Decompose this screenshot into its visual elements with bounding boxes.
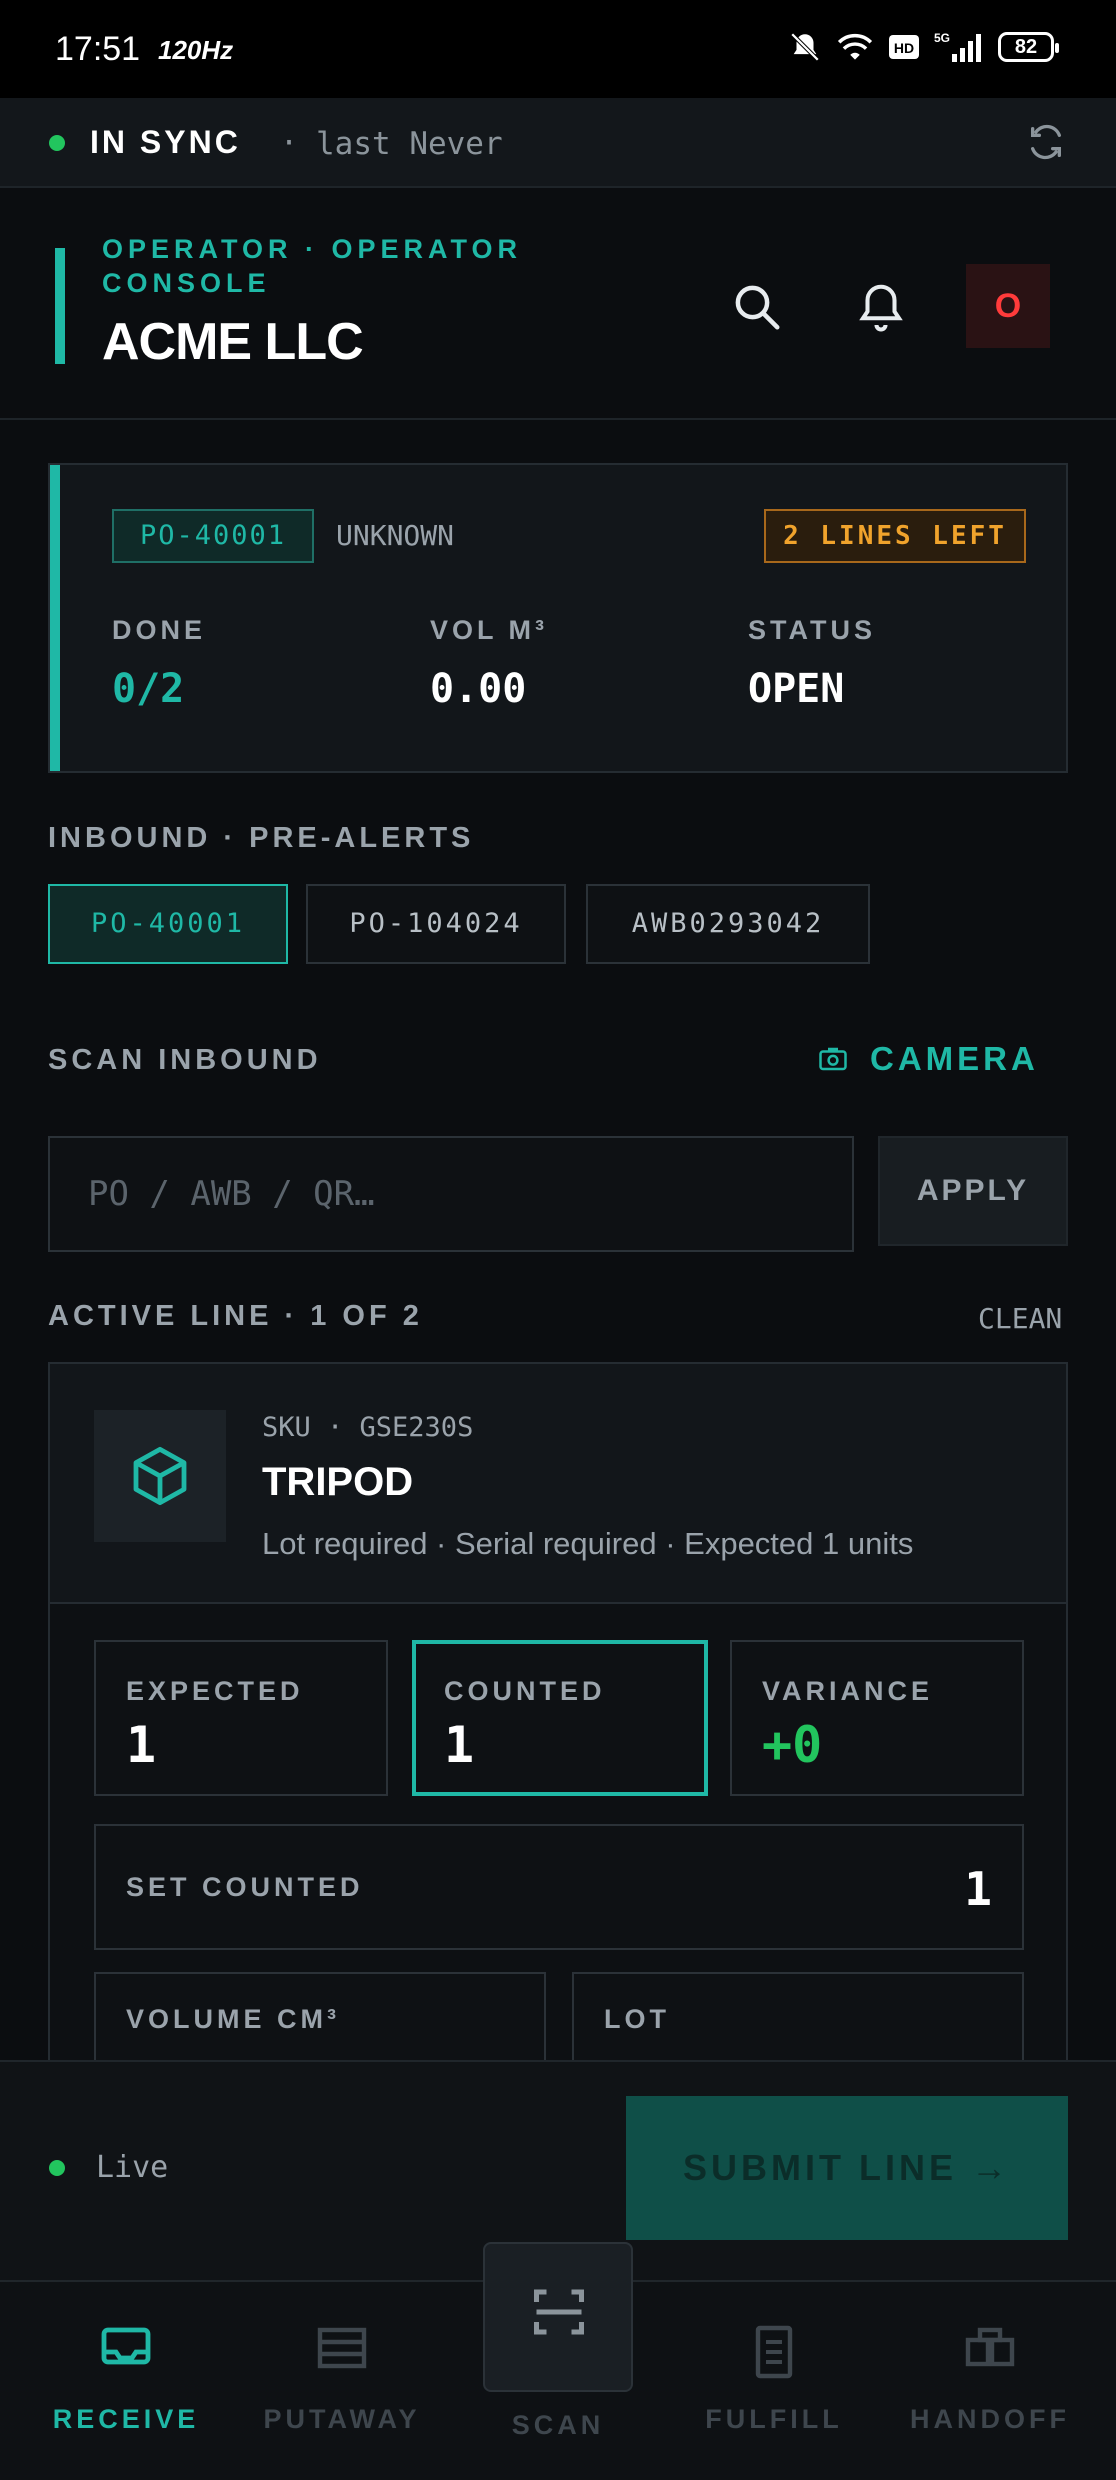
header-accent-bar — [55, 248, 65, 364]
scan-section-label: SCAN INBOUND — [48, 1044, 322, 1076]
bottom-navigation: RECEIVE PUTAWAY SCAN FULFILL HANDOFF — [0, 2242, 1116, 2480]
sync-status-dot — [49, 135, 65, 151]
avatar[interactable]: O — [966, 264, 1050, 348]
role-eyebrow: OPERATOR · OPERATOR — [102, 234, 523, 264]
nav-label: PUTAWAY — [263, 2404, 421, 2434]
clean-status: CLEAN — [978, 1302, 1063, 1335]
notifications-muted-icon — [790, 32, 820, 62]
lot-label: LOT — [604, 2004, 670, 2034]
battery-indicator: 82 — [998, 32, 1059, 62]
card-accent-bar — [50, 465, 60, 771]
hd-icon: HD — [889, 35, 919, 59]
sync-state: IN SYNC — [90, 124, 241, 160]
submit-line-button[interactable]: SUBMIT LINE → — [626, 2096, 1068, 2240]
item-requirements: Lot required · Serial required · Expecte… — [262, 1526, 914, 1561]
clock: 17:51 — [55, 30, 141, 68]
role-eyebrow-line2: CONSOLE — [102, 268, 271, 298]
nav-fulfill[interactable]: FULFILL — [674, 2282, 874, 2480]
cell-signal-icon: 5G — [934, 31, 981, 62]
active-line-label: ACTIVE LINE · 1 OF 2 — [48, 1300, 423, 1332]
pre-alert-tab-po-104024[interactable]: PO-104024 — [306, 884, 566, 964]
volume-label: VOLUME CM³ — [126, 2004, 340, 2034]
stat-value: 0.00 — [430, 666, 527, 712]
stat-value: OPEN — [748, 666, 845, 712]
volume-field[interactable]: VOLUME CM³ — [94, 1972, 546, 2060]
item-thumbnail — [94, 1410, 226, 1542]
search-icon[interactable] — [730, 280, 784, 334]
svg-text:HD: HD — [894, 40, 914, 56]
refresh-rate: 120Hz — [158, 35, 234, 65]
apply-button[interactable]: APPLY — [878, 1136, 1068, 1246]
wifi-icon — [837, 33, 873, 60]
sync-last-label: last Never — [316, 126, 503, 162]
stat-label: STATUS — [748, 615, 876, 645]
stat-volume: VOL M³ 0.00 — [430, 615, 548, 712]
metric-label: EXPECTED — [126, 1676, 304, 1706]
lot-field[interactable]: LOT — [572, 1972, 1024, 2060]
metric-label: COUNTED — [444, 1676, 606, 1706]
inbound-section-label: INBOUND · PRE-ALERTS — [48, 822, 475, 854]
metric-value: 1 — [444, 1716, 475, 1774]
nav-label: FULFILL — [705, 2404, 843, 2434]
stat-label: VOL M³ — [430, 615, 548, 645]
stat-value: 0/2 — [112, 666, 185, 712]
supplier-label: UNKNOWN — [336, 519, 455, 552]
tray-icon — [101, 2327, 151, 2365]
camera-label: CAMERA — [870, 1040, 1039, 1077]
scan-frame-icon — [534, 2289, 584, 2335]
po-number-chip: PO-40001 — [112, 509, 314, 563]
metric-value: 1 — [126, 1716, 157, 1774]
metric-expected: EXPECTED 1 — [94, 1640, 388, 1796]
item-name: TRIPOD — [262, 1460, 414, 1504]
set-counted-row[interactable]: SET COUNTED 1 — [94, 1824, 1024, 1950]
bell-icon[interactable] — [854, 280, 908, 334]
org-name: ACME LLC — [102, 313, 364, 371]
system-status-bar: 17:51 120Hz HD 5G 82 — [0, 0, 1116, 98]
live-label: Live — [96, 2150, 169, 2185]
nav-scan[interactable]: SCAN — [458, 2242, 658, 2480]
pre-alert-tab-awb0293042[interactable]: AWB0293042 — [586, 884, 870, 964]
boxes-icon — [965, 2327, 1015, 2367]
nav-label: RECEIVE — [52, 2404, 200, 2434]
scan-fab[interactable] — [483, 2242, 633, 2392]
metric-variance: VARIANCE +0 — [730, 1640, 1024, 1796]
lines-left-badge: 2 LINES LEFT — [764, 509, 1026, 563]
nav-putaway[interactable]: PUTAWAY — [242, 2282, 442, 2480]
set-counted-label: SET COUNTED — [126, 1872, 364, 1902]
nav-label: HANDOFF — [910, 2404, 1070, 2434]
shelves-icon — [317, 2327, 367, 2369]
sync-bar: IN SYNC · last Never — [0, 98, 1116, 188]
po-summary-card: PO-40001 UNKNOWN 2 LINES LEFT DONE 0/2 V… — [48, 463, 1068, 773]
set-counted-value[interactable]: 1 — [964, 1862, 992, 1916]
item-header: SKU · GSE230S TRIPOD Lot required · Seri… — [50, 1364, 1066, 1604]
sku-line: SKU · GSE230S — [262, 1412, 474, 1443]
nav-receive[interactable]: RECEIVE — [26, 2282, 226, 2480]
document-icon — [755, 2325, 793, 2379]
nav-label: SCAN — [511, 2410, 605, 2440]
camera-button[interactable]: CAMERA — [818, 1040, 1039, 1078]
scan-input[interactable]: PO / AWB / QR… — [48, 1136, 854, 1252]
sync-separator: · — [280, 126, 299, 161]
active-line-card: SKU · GSE230S TRIPOD Lot required · Seri… — [48, 1362, 1068, 2062]
camera-icon — [819, 1047, 847, 1071]
stat-done: DONE 0/2 — [112, 615, 206, 712]
nav-handoff[interactable]: HANDOFF — [890, 2282, 1090, 2480]
metric-label: VARIANCE — [762, 1676, 934, 1706]
metric-counted[interactable]: COUNTED 1 — [412, 1640, 708, 1796]
svg-text:5G: 5G — [934, 31, 950, 45]
stat-label: DONE — [112, 615, 207, 645]
pre-alert-tab-po-40001[interactable]: PO-40001 — [48, 884, 288, 964]
refresh-icon[interactable] — [1026, 122, 1066, 162]
stat-status: STATUS OPEN — [748, 615, 876, 712]
metric-value: +0 — [762, 1716, 823, 1774]
app-header: OPERATOR · OPERATOR CONSOLE ACME LLC O — [0, 188, 1116, 420]
package-icon — [133, 1446, 187, 1506]
live-status-dot — [49, 2160, 65, 2176]
